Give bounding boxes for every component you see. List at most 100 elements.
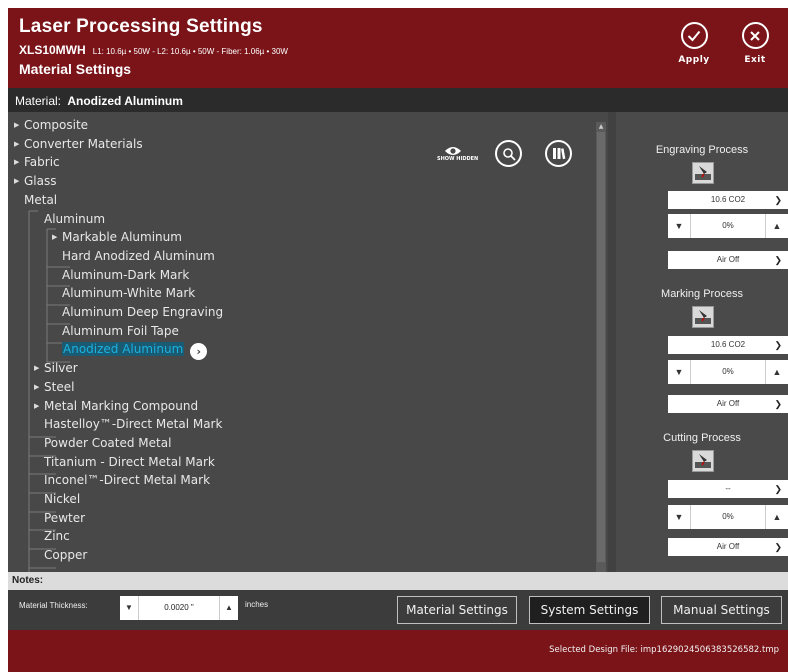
notes-bar[interactable]: Notes: (8, 572, 788, 590)
material-value: Anodized Aluminum (67, 94, 183, 108)
chevron-down-icon: ❯ (774, 340, 782, 350)
marking-process-icon[interactable] (692, 306, 714, 328)
engraving-process-icon[interactable] (692, 162, 714, 184)
tree-item[interactable]: Hastelloy™-Direct Metal Mark (44, 417, 222, 435)
expand-arrow-icon[interactable]: ▶ (34, 402, 44, 410)
tree-item-label: Anodized Aluminum (62, 342, 185, 357)
thickness-stepper[interactable]: ▼ 0.0020 " ▲ (120, 596, 238, 620)
tree-item-label: Converter Materials (24, 136, 143, 151)
tree-item[interactable]: Aluminum Foil Tape (62, 324, 179, 342)
model-info: XLS10MWH L1: 10.6µ • 50W - L2: 10.6µ • 5… (19, 43, 288, 57)
chevron-down-icon: ❯ (774, 484, 782, 494)
scrollbar-thumb[interactable] (597, 132, 605, 562)
tree-item[interactable]: Aluminum-White Mark (62, 286, 195, 304)
expand-arrow-icon[interactable]: ▶ (14, 177, 24, 185)
tree-item-label: Glass (24, 174, 57, 189)
tree-item-label: Silver (44, 361, 78, 376)
expand-arrow-icon[interactable]: ▶ (34, 364, 44, 372)
search-button[interactable] (495, 140, 522, 167)
tree-item[interactable]: ▶ Silver (34, 361, 78, 379)
tree-item[interactable]: Powder Coated Metal (44, 436, 171, 454)
chevron-down-icon: ❯ (774, 399, 782, 409)
tree-item-label: Titanium - Direct Metal Mark (44, 454, 215, 469)
increase-arrow-icon[interactable]: ▲ (766, 214, 788, 238)
marking-wavelength-select[interactable]: 10.6 CO2 ❯ (668, 336, 788, 354)
library-button[interactable] (545, 140, 572, 167)
tree-item[interactable]: ▶ Metal Marking Compound (34, 399, 198, 417)
chevron-down-icon: ❯ (774, 542, 782, 552)
tree-item-label: Copper (44, 548, 88, 563)
cutting-wavelength-select[interactable]: -- ❯ (668, 480, 788, 498)
tree-item[interactable]: Pewter (44, 511, 85, 529)
tree-item[interactable]: ▶ Markable Aluminum (52, 230, 182, 248)
tree-item-label: Hastelloy™-Direct Metal Mark (44, 417, 223, 432)
increase-arrow-icon[interactable]: ▲ (766, 505, 788, 529)
exit-label: Exit (744, 55, 766, 65)
marking-power-value[interactable]: 0% (690, 360, 766, 384)
manual-settings-button[interactable]: Manual Settings (661, 596, 782, 624)
decrease-arrow-icon[interactable]: ▼ (668, 505, 690, 529)
tree-item[interactable]: Hard Anodized Aluminum (62, 249, 215, 267)
material-tree[interactable]: ▶ Composite ▶ Converter Materials ▶ Fabric ▶ Gl… (8, 112, 608, 572)
expand-arrow-icon[interactable]: ▶ (14, 121, 24, 129)
engraving-process-title: Engraving Process (655, 144, 749, 156)
tree-item-label: Aluminum (44, 211, 106, 226)
engraving-air-select[interactable]: Air Off ❯ (668, 251, 788, 269)
tree-item[interactable]: ▶ Glass (14, 174, 57, 192)
exit-button[interactable]: Exit (735, 22, 775, 65)
engraving-power-stepper[interactable]: ▼ 0% ▲ (668, 214, 788, 238)
tree-item[interactable]: ▶ Composite (14, 118, 88, 136)
apply-label: Apply (678, 55, 710, 65)
tree-item-label: Aluminum Deep Engraving (62, 305, 224, 319)
expand-arrow-icon[interactable]: ▶ (14, 158, 24, 166)
model-specs: L1: 10.6µ • 50W - L2: 10.6µ • 50W - Fibe… (92, 47, 288, 56)
expand-arrow-icon[interactable]: ▶ (34, 383, 44, 391)
tree-item[interactable]: Aluminum-Dark Mark (62, 268, 189, 286)
tree-scrollbar[interactable]: ▲ (596, 122, 606, 572)
tree-item[interactable]: Aluminum Deep Engraving (62, 305, 223, 323)
cutting-process-icon[interactable] (692, 450, 714, 472)
marking-process-title: Marking Process (661, 288, 743, 300)
chevron-right-icon[interactable]: › (190, 343, 208, 361)
cutting-power-stepper[interactable]: ▼ 0% ▲ (668, 505, 788, 529)
decrease-arrow-icon[interactable]: ▼ (120, 596, 138, 620)
increase-arrow-icon[interactable]: ▲ (766, 360, 788, 384)
apply-button[interactable]: Apply (674, 22, 714, 65)
increase-arrow-icon[interactable]: ▲ (220, 596, 238, 620)
tree-item-label: Metal (24, 192, 58, 207)
tree-item[interactable]: Aluminum (44, 212, 105, 230)
material-settings-button[interactable]: Material Settings (397, 596, 517, 624)
cutting-air-select[interactable]: Air Off ❯ (668, 538, 788, 556)
tree-item[interactable]: Nickel (44, 492, 80, 510)
engraving-wavelength-select[interactable]: 10.6 CO2 ❯ (668, 191, 788, 209)
tree-item[interactable]: ▶ Converter Materials (14, 137, 143, 155)
search-icon (502, 147, 516, 161)
tree-item-label: Zinc (44, 529, 70, 544)
decrease-arrow-icon[interactable]: ▼ (668, 214, 690, 238)
tree-item[interactable]: Metal (24, 193, 57, 211)
tree-item[interactable]: Titanium - Direct Metal Mark (44, 455, 215, 473)
tree-item[interactable]: Copper (44, 548, 87, 566)
engraving-air-value: Air Off (716, 255, 740, 264)
tree-item[interactable]: Zinc (44, 529, 70, 547)
engraving-power-value[interactable]: 0% (690, 214, 766, 238)
notes-label: Notes: (12, 575, 44, 586)
marking-air-select[interactable]: Air Off ❯ (668, 395, 788, 413)
scroll-up-arrow-icon[interactable]: ▲ (596, 122, 606, 132)
expand-arrow-icon[interactable]: ▶ (14, 140, 24, 148)
system-settings-button[interactable]: System Settings (529, 596, 650, 624)
decrease-arrow-icon[interactable]: ▼ (668, 360, 690, 384)
page-subtitle: Material Settings (19, 61, 132, 77)
thickness-value[interactable]: 0.0020 " (138, 596, 220, 620)
expand-arrow-icon[interactable]: ▶ (52, 233, 62, 241)
show-hidden-button[interactable]: SHOW HIDDEN (436, 140, 478, 166)
tree-item-label: Aluminum Foil Tape (62, 323, 179, 338)
chevron-down-icon: ❯ (774, 255, 782, 265)
cutting-power-value[interactable]: 0% (690, 505, 766, 529)
tree-item[interactable]: ▶ Steel (34, 380, 74, 398)
tree-item[interactable]: ▶ Fabric (14, 155, 60, 173)
tree-item-label: Metal Marking Compound (44, 398, 199, 413)
tree-item[interactable]: Inconel™-Direct Metal Mark (44, 473, 210, 491)
tree-item-selected[interactable]: Anodized Aluminum › (62, 342, 208, 361)
marking-power-stepper[interactable]: ▼ 0% ▲ (668, 360, 788, 384)
